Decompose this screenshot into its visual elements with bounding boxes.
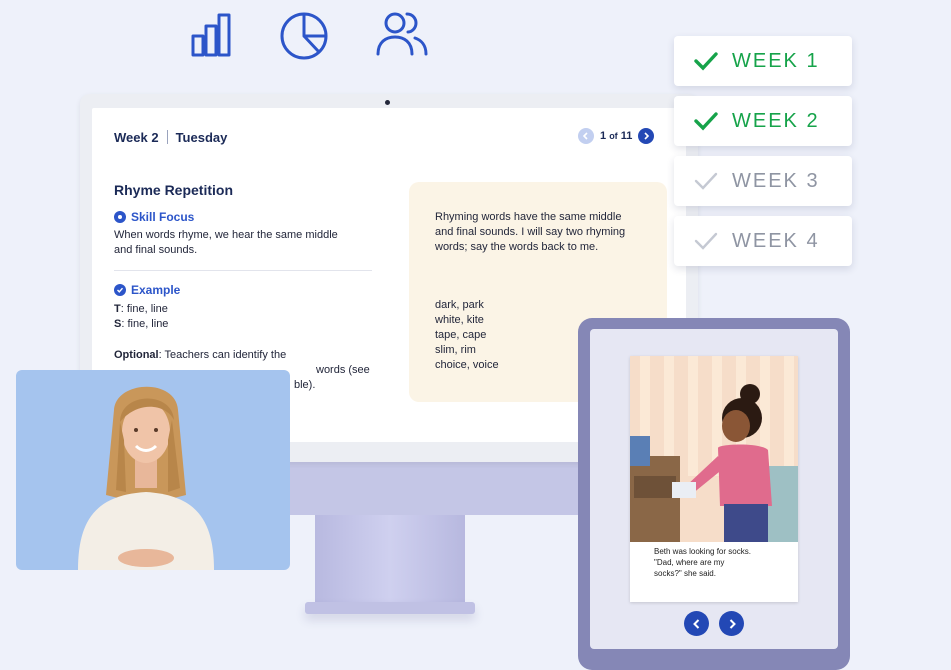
check-icon: [694, 112, 718, 131]
example-heading: Example: [114, 283, 180, 297]
tablet: Beth was looking for socks. "Dad, where …: [578, 318, 850, 670]
pager: 1 of 11: [578, 128, 655, 144]
script-intro: Rhyming words have the same middle and f…: [435, 211, 626, 253]
monitor-stand-base: [305, 602, 475, 614]
camera-dot: [385, 100, 390, 105]
rhyme-pair: dark, park: [435, 299, 484, 311]
story-caption: Beth was looking for socks. "Dad, where …: [654, 547, 751, 578]
week-label: WEEK 1: [732, 49, 820, 72]
week-4-card[interactable]: WEEK 4: [674, 216, 852, 266]
week-label: WEEK 3: [732, 169, 820, 192]
week-3-card[interactable]: WEEK 3: [674, 156, 852, 206]
week-1-card[interactable]: WEEK 1: [674, 36, 852, 86]
chevron-left-icon: [582, 132, 588, 140]
divider: [114, 270, 372, 271]
optional-note: Optional: Teachers can identify the: [114, 349, 287, 361]
monitor-stand: [315, 515, 465, 607]
next-page-button[interactable]: [638, 128, 655, 144]
week-label: WEEK 2: [732, 109, 820, 132]
skill-focus-heading: Skill Focus: [114, 210, 194, 224]
chevron-right-icon: [729, 618, 736, 629]
week-2-card[interactable]: WEEK 2: [674, 96, 852, 146]
users-icon: [375, 10, 429, 58]
skill-focus-text: When words rhyme, we hear the same middl…: [114, 229, 338, 256]
week-label: WEEK 4: [732, 229, 820, 252]
tablet-nav: [684, 611, 744, 636]
day-label: Tuesday: [175, 130, 228, 145]
rhyme-pair: white, kite: [435, 314, 484, 326]
check-icon: [694, 52, 718, 71]
rhyme-pair: slim, rim: [435, 344, 476, 356]
instructor-video[interactable]: [16, 370, 290, 570]
check-icon: [694, 232, 718, 250]
week-label: Week 2: [114, 130, 159, 145]
check-circle-icon: [114, 284, 126, 296]
optional-note-partial-1: words (see: [316, 364, 370, 376]
pie-chart-icon: [278, 10, 330, 62]
check-icon: [694, 172, 718, 190]
rhyme-pair: tape, cape: [435, 329, 487, 341]
storybook-page: Beth was looking for socks. "Dad, where …: [630, 356, 798, 602]
lesson-title: Rhyme Repetition: [114, 182, 234, 198]
rhyme-pairs: dark, park white, kite tape, cape slim, …: [435, 298, 499, 373]
tablet-screen: Beth was looking for socks. "Dad, where …: [590, 329, 838, 649]
prev-page-button[interactable]: [578, 128, 594, 144]
example-lines: T: fine, line S: fine, line: [114, 302, 168, 332]
bar-chart-icon: [190, 12, 236, 58]
next-page-button[interactable]: [719, 611, 744, 636]
skill-focus-icon: [114, 211, 126, 223]
instructor-figure: [78, 386, 214, 570]
example-line-students: S: fine, line: [114, 318, 169, 330]
example-line-teacher: T: fine, line: [114, 303, 168, 315]
breadcrumb: Week 2 Tuesday: [114, 130, 227, 145]
story-illustration: [630, 356, 798, 542]
chevron-left-icon: [692, 618, 699, 629]
chevron-right-icon: [644, 132, 650, 140]
prev-page-button[interactable]: [684, 611, 709, 636]
rhyme-pair: choice, voice: [435, 359, 499, 371]
page-indicator: 1 of 11: [600, 130, 633, 142]
optional-note-partial-2: ble).: [294, 379, 316, 391]
